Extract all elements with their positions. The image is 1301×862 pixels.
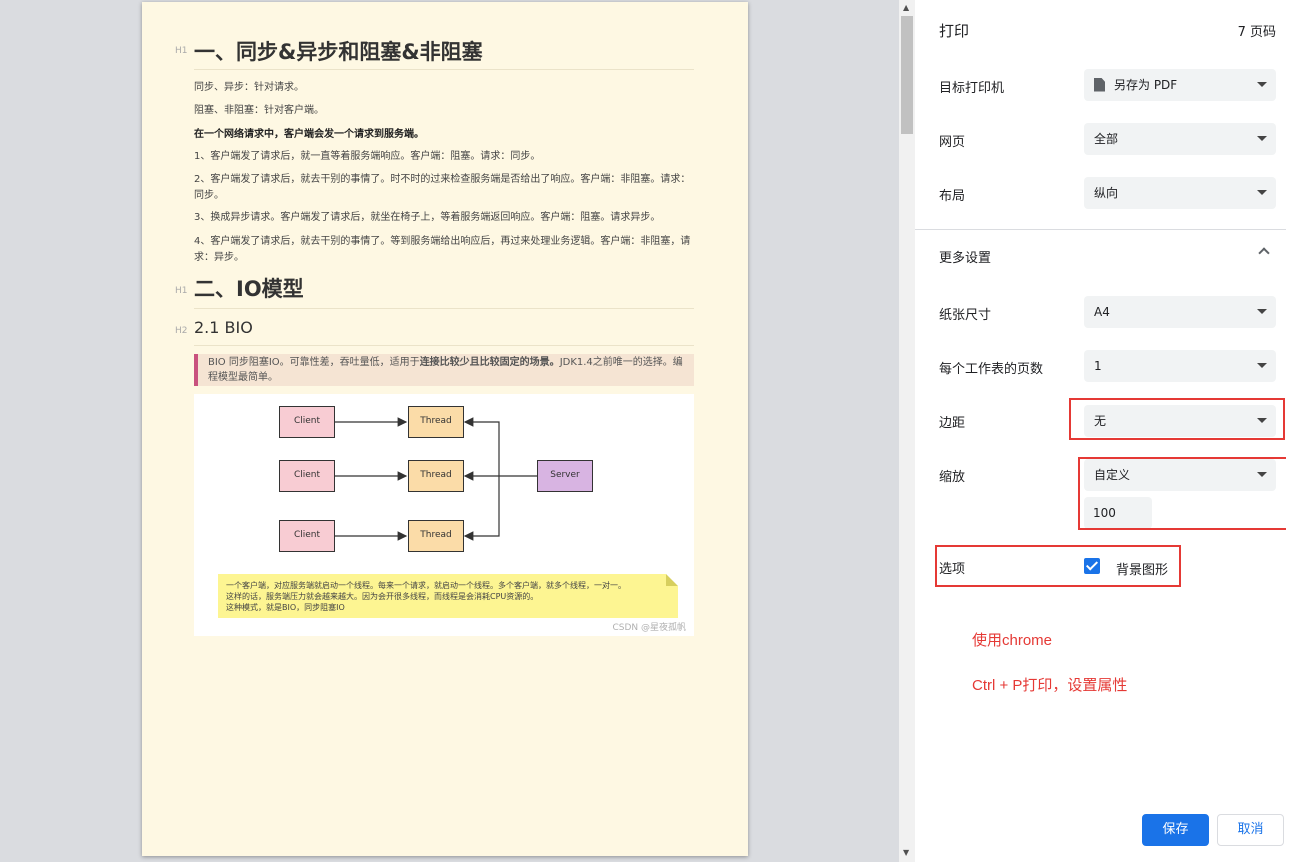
heading-sync-async: 一、同步&异步和阻塞&非阻塞 [194,40,483,64]
chevron-down-icon [1257,190,1267,195]
section-divider [915,229,1301,230]
scale-label: 缩放 [939,470,966,485]
paragraph: 4、客户端发了请求后，就去干别的事情了。等到服务端给出响应后，再过来处理业务逻辑… [194,236,691,263]
highlight-box-options [935,545,1181,587]
save-button[interactable]: 保存 [1142,814,1209,846]
note-line: 一个客户端，对应服务端就启动一个线程。每来一个请求，就启动一个线程。多个客户端，… [226,581,626,590]
panel-scrollbar[interactable] [1286,0,1301,862]
quote-text: BIO 同步阻塞IO。可靠性差，吞吐量低，适用于 [208,357,420,368]
scroll-down-icon[interactable]: ▼ [903,848,909,857]
pages-select[interactable]: 全部 [1084,123,1276,155]
heading-rule [194,69,694,70]
quote-bold-text: 连接比较少且比较固定的场景。 [419,357,560,368]
preview-page: H1 一、同步&异步和阻塞&非阻塞 同步、异步：针对请求。 阻塞、非阻塞：针对客… [142,2,748,856]
chevron-down-icon [1257,82,1267,87]
note-line: 这种模式，就是BIO，同步阻塞IO [226,603,345,612]
layout-label: 布局 [939,189,966,204]
paragraph: 2、客户端发了请求后，就去干别的事情了。时不时的过来检查服务端是否给出了响应。客… [194,174,691,201]
scrollbar-thumb[interactable] [901,16,913,134]
pages-per-sheet-value: 1 [1094,359,1102,373]
diagram-client-box: Client [279,406,335,438]
paper-size-select[interactable]: A4 [1084,296,1276,328]
destination-select[interactable]: 另存为 PDF [1084,69,1276,101]
preview-scrollbar[interactable]: ▲ ▼ [899,0,915,862]
diagram-sticky-note: 一个客户端，对应服务端就启动一个线程。每来一个请求，就启动一个线程。多个客户端，… [218,574,678,618]
layout-select[interactable]: 纵向 [1084,177,1276,209]
cancel-button[interactable]: 取消 [1217,814,1284,846]
h1-marker: H1 [175,46,188,56]
chevron-down-icon [1257,136,1267,141]
paragraph: 同步、异步：针对请求。 [194,82,304,93]
scroll-up-icon[interactable]: ▲ [903,3,909,12]
diagram-thread-box: Thread [408,406,464,438]
heading-rule [194,308,694,309]
annotation-ctrl-p: Ctrl + P打印，设置属性 [972,677,1128,694]
pages-per-sheet-label: 每个工作表的页数 [939,362,1044,377]
margins-label: 边距 [939,416,966,431]
print-settings-panel: 打印 7 页码 目标打印机 另存为 PDF 网页 全部 布局 纵向 更多设置 纸… [915,0,1301,862]
csdn-watermark: CSDN @星夜孤帆 [612,623,686,633]
diagram-thread-box: Thread [408,520,464,552]
heading-rule [194,345,694,346]
blockquote-bio: BIO 同步阻塞IO。可靠性差，吞吐量低，适用于连接比较少且比较固定的场景。JD… [194,354,694,386]
highlight-box-margins [1069,398,1285,440]
chevron-down-icon [1257,309,1267,314]
paragraph: 阻塞、非阻塞：针对客户端。 [194,105,324,116]
paper-size-label: 纸张尺寸 [939,308,992,323]
note-fold-corner [666,574,678,586]
diagram-client-box: Client [279,460,335,492]
destination-label: 目标打印机 [939,81,1005,96]
annotation-use-chrome: 使用chrome [972,632,1053,649]
heading-io-model: 二、IO模型 [194,277,304,301]
highlight-box-scale [1078,457,1290,530]
more-settings-toggle[interactable]: 更多设置 [939,247,991,266]
subheading-bio: 2.1 BIO [194,318,253,337]
paragraph: 3、换成异步请求。客户端发了请求后，就坐在椅子上，等着服务端返回响应。客户端：阻… [194,212,661,223]
paragraph-bold: 在一个网络请求中，客户端会发一个请求到服务端。 [194,129,424,140]
h1-marker: H1 [175,286,188,296]
note-line: 这样的话，服务端压力就会越来越大。因为会开很多线程，而线程是会消耗CPU资源的。 [226,592,539,601]
pages-value: 全部 [1094,132,1119,146]
file-icon [1094,77,1105,92]
chevron-up-icon[interactable] [1258,247,1270,259]
layout-value: 纵向 [1094,186,1119,200]
bio-diagram: Client Thread Client Thread Server Clien… [194,394,694,636]
h2-marker: H2 [175,326,188,336]
paper-size-value: A4 [1094,305,1110,319]
pages-label: 网页 [939,135,966,150]
print-preview-area: H1 一、同步&异步和阻塞&非阻塞 同步、异步：针对请求。 阻塞、非阻塞：针对客… [0,0,899,862]
panel-title: 打印 [939,22,970,40]
pages-per-sheet-select[interactable]: 1 [1084,350,1276,382]
diagram-thread-box: Thread [408,460,464,492]
page-count: 7 页码 [1237,25,1276,40]
chevron-down-icon [1257,363,1267,368]
diagram-server-box: Server [537,460,593,492]
diagram-client-box: Client [279,520,335,552]
destination-value: 另存为 PDF [1114,78,1178,92]
paragraph: 1、客户端发了请求后，就一直等着服务端响应。客户端：阻塞。请求：同步。 [194,151,541,162]
